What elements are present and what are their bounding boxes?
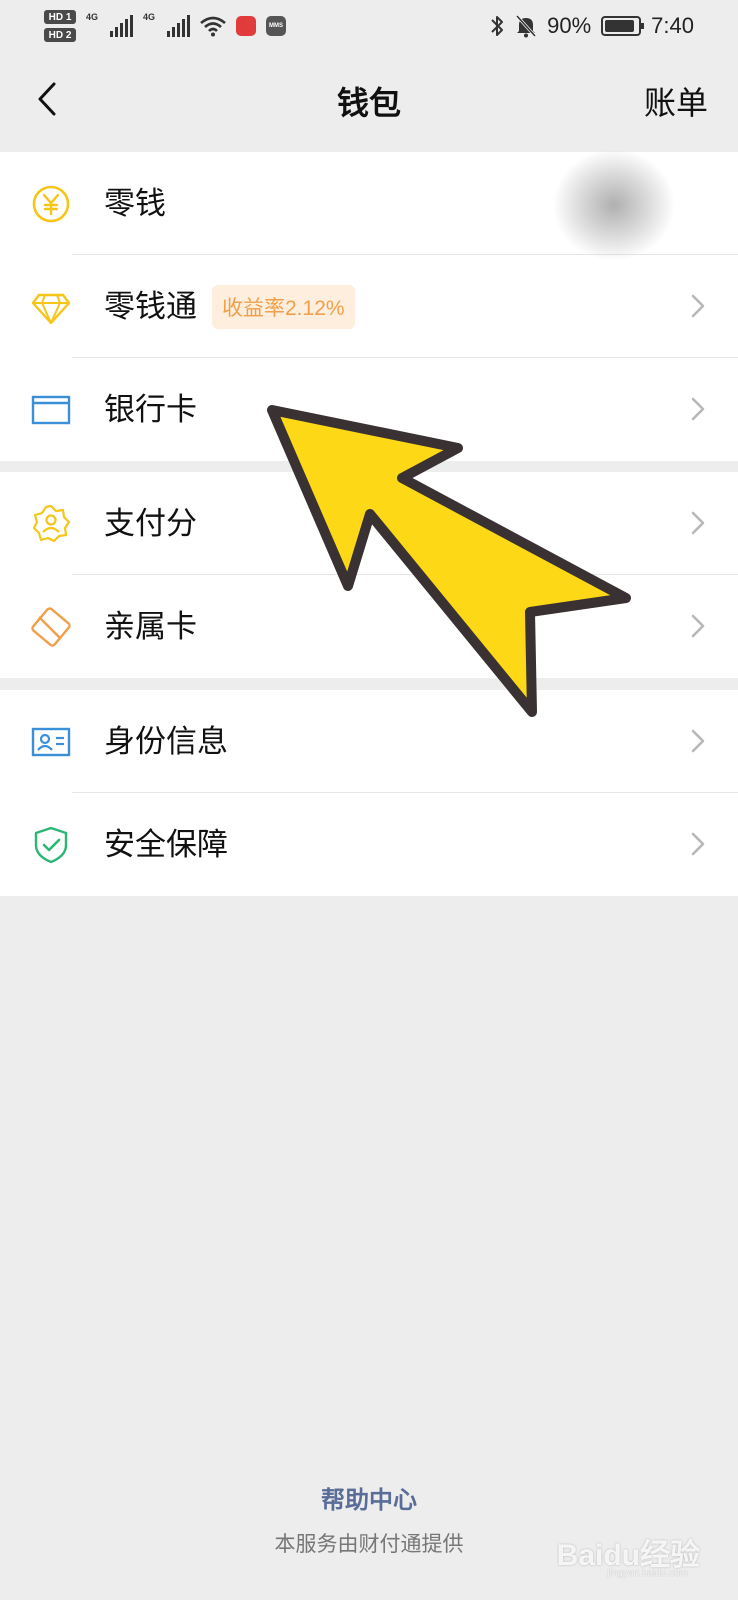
chevron-right-icon [691,832,705,856]
chevron-right-icon [691,294,705,318]
signal-strength-icon-2 [167,15,191,37]
network1-label: 4G [86,12,99,22]
page-title: 钱包 [336,85,401,121]
chevron-right-icon [691,614,705,638]
row-label-family-card: 亲属卡 [104,609,197,644]
row-label-lingqiantong: 零钱通 [104,289,197,324]
hd-indicators: HD 1 HD 2 [44,10,76,42]
row-family-card[interactable]: 亲属卡 [0,575,738,678]
yield-badge: 收益率2.12% [212,285,355,329]
mms-icon: MMS [266,16,287,36]
status-bar: HD 1 HD 2 4G 4G MMS 90% 7:40 [0,0,738,52]
row-security[interactable]: 安全保障 [0,793,738,896]
hd1-badge: HD 1 [44,10,76,24]
clock-time: 7:40 [651,13,694,38]
hd2-badge: HD 2 [44,28,76,42]
row-label-pay-score: 支付分 [104,506,197,541]
battery-icon [601,16,645,36]
status-right: 90% 7:40 [489,13,694,39]
pay-score-icon [31,504,71,544]
row-change[interactable]: 零钱 [0,152,738,255]
row-label-identity: 身份信息 [104,724,228,759]
chevron-right-icon [691,511,705,535]
row-identity[interactable]: 身份信息 [0,690,738,793]
row-label-security: 安全保障 [104,827,228,862]
chevron-right-icon [691,397,705,421]
mute-bell-icon [516,14,537,38]
notification-app-icon [236,16,257,36]
status-left: HD 1 HD 2 4G 4G MMS [44,10,287,42]
signal-strength-icon-1 [110,15,134,37]
battery-fill [605,20,635,32]
bank-card-icon [31,390,71,430]
chevron-right-icon [691,729,705,753]
row-pay-score[interactable]: 支付分 [0,472,738,575]
bill-button[interactable]: 账单 [644,78,708,124]
battery-percent: 90% [547,13,592,38]
row-label-change: 零钱 [104,186,166,221]
yuan-coin-icon [31,184,71,224]
shield-check-icon [31,825,71,865]
help-center-link[interactable]: 帮助中心 [0,1480,738,1515]
family-card-icon [31,607,71,647]
row-lingqiantong[interactable]: 零钱通 收益率2.12% [0,255,738,358]
wallet-section-3: 身份信息 安全保障 [0,690,738,896]
row-bank-card[interactable]: 银行卡 [0,358,738,461]
network2-label: 4G [143,12,156,22]
bluetooth-icon [491,16,504,36]
baidu-watermark-url: jingyan.baidu.com [607,1568,688,1579]
diamond-icon [31,287,71,327]
row-label-bank-card: 银行卡 [104,392,197,427]
wallet-section-1: 零钱 零钱通 收益率2.12% 银行卡 [0,152,738,461]
nav-bar: 钱包 账单 [0,52,738,148]
id-card-icon [31,722,71,762]
wallet-section-2: 支付分 亲属卡 [0,472,738,678]
wifi-icon [200,16,226,37]
